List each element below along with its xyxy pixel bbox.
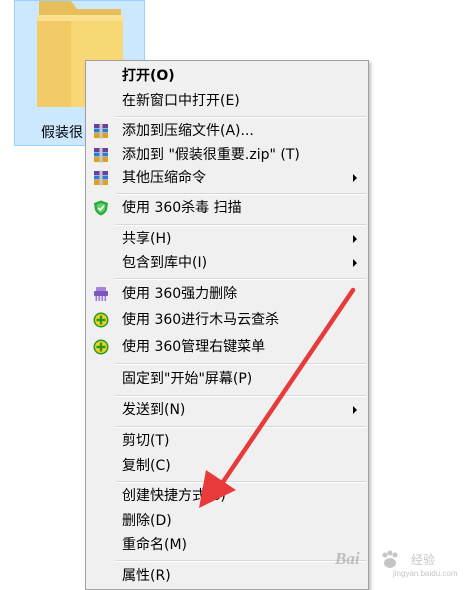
watermark-url: jingyan.baidu.com <box>393 569 458 578</box>
360-shield-icon <box>94 200 108 216</box>
menu-item-open-new-window[interactable]: 在新窗口中打开(E) <box>88 89 366 113</box>
submenu-arrow-icon <box>353 406 357 414</box>
submenu-arrow-icon <box>353 235 357 243</box>
baidu-watermark: Bai 经验 jingyan.baidu.com <box>335 545 465 585</box>
menu-item-add-to-archive[interactable]: 添加到压缩文件(A)... <box>88 119 366 143</box>
menu-separator <box>116 193 366 195</box>
menu-item-include-in-library[interactable]: 包含到库中(I) <box>88 251 366 275</box>
menu-separator <box>116 363 366 365</box>
context-menu: 打开(O) 在新窗口中打开(E) 添加到压缩文件(A)... 添加到 "假装很重… <box>85 60 369 590</box>
menu-item-label: 共享(H) <box>122 231 172 247</box>
360-plus-icon <box>93 312 109 328</box>
menu-item-create-shortcut[interactable]: 创建快捷方式(S) <box>88 484 366 508</box>
menu-item-label: 添加到 "假装很重要.zip" (T) <box>122 147 300 163</box>
menu-item-open[interactable]: 打开(O) <box>88 64 366 88</box>
menu-item-360-trojan-scan[interactable]: 使用 360进行木马云查杀 <box>88 308 366 332</box>
menu-item-copy[interactable]: 复制(C) <box>88 454 366 478</box>
menu-item-label: 重命名(M) <box>122 537 188 553</box>
folder-name: 假装很 <box>41 125 83 141</box>
menu-item-delete[interactable]: 删除(D) <box>88 509 366 533</box>
menu-item-other-compress[interactable]: 其他压缩命令 <box>88 166 366 190</box>
menu-item-label: 使用 360杀毒 扫描 <box>122 200 242 216</box>
menu-item-cut[interactable]: 剪切(T) <box>88 429 366 453</box>
menu-item-label: 创建快捷方式(S) <box>122 488 226 504</box>
menu-item-label: 添加到压缩文件(A)... <box>122 123 254 139</box>
menu-item-label: 删除(D) <box>122 513 172 529</box>
menu-item-label: 使用 360强力删除 <box>122 286 238 302</box>
menu-separator <box>116 481 366 483</box>
menu-item-label: 复制(C) <box>122 458 171 474</box>
menu-item-label: 其他压缩命令 <box>122 170 206 186</box>
menu-item-label: 使用 360进行木马云查杀 <box>122 312 280 328</box>
menu-item-360-scan[interactable]: 使用 360杀毒 扫描 <box>88 196 366 220</box>
menu-item-pin-to-start[interactable]: 固定到"开始"屏幕(P) <box>88 367 366 391</box>
menu-separator <box>116 560 366 562</box>
winrar-icon <box>94 147 108 163</box>
menu-item-360-force-delete[interactable]: 使用 360强力删除 <box>88 282 366 306</box>
menu-item-label: 固定到"开始"屏幕(P) <box>122 371 253 387</box>
menu-item-share[interactable]: 共享(H) <box>88 227 366 251</box>
menu-separator <box>116 395 366 397</box>
menu-item-label: 发送到(N) <box>122 402 186 418</box>
menu-separator <box>116 224 366 226</box>
menu-item-label: 使用 360管理右键菜单 <box>122 339 266 355</box>
menu-separator <box>116 116 366 118</box>
360-plus-icon <box>93 339 109 355</box>
menu-separator <box>116 278 366 280</box>
watermark-sub: 经验 <box>411 553 436 567</box>
paw-icon <box>382 550 398 568</box>
menu-item-label: 剪切(T) <box>122 433 170 449</box>
winrar-icon <box>94 170 108 186</box>
winrar-icon <box>94 123 108 139</box>
menu-item-label: 包含到库中(I) <box>122 255 208 271</box>
menu-item-rename[interactable]: 重命名(M) <box>88 533 366 557</box>
submenu-arrow-icon <box>353 259 357 267</box>
menu-item-label: 打开(O) <box>122 68 175 84</box>
360-shredder-icon <box>94 287 108 301</box>
menu-item-360-manage-menu[interactable]: 使用 360管理右键菜单 <box>88 335 366 359</box>
menu-item-label: 在新窗口中打开(E) <box>122 93 240 109</box>
menu-item-label: 属性(R) <box>122 568 171 584</box>
menu-item-add-to-zip[interactable]: 添加到 "假装很重要.zip" (T) <box>88 143 366 167</box>
menu-separator <box>116 426 366 428</box>
submenu-arrow-icon <box>353 174 357 182</box>
menu-item-send-to[interactable]: 发送到(N) <box>88 398 366 422</box>
menu-item-properties[interactable]: 属性(R) <box>88 564 366 588</box>
watermark-brand: Bai <box>335 549 360 568</box>
